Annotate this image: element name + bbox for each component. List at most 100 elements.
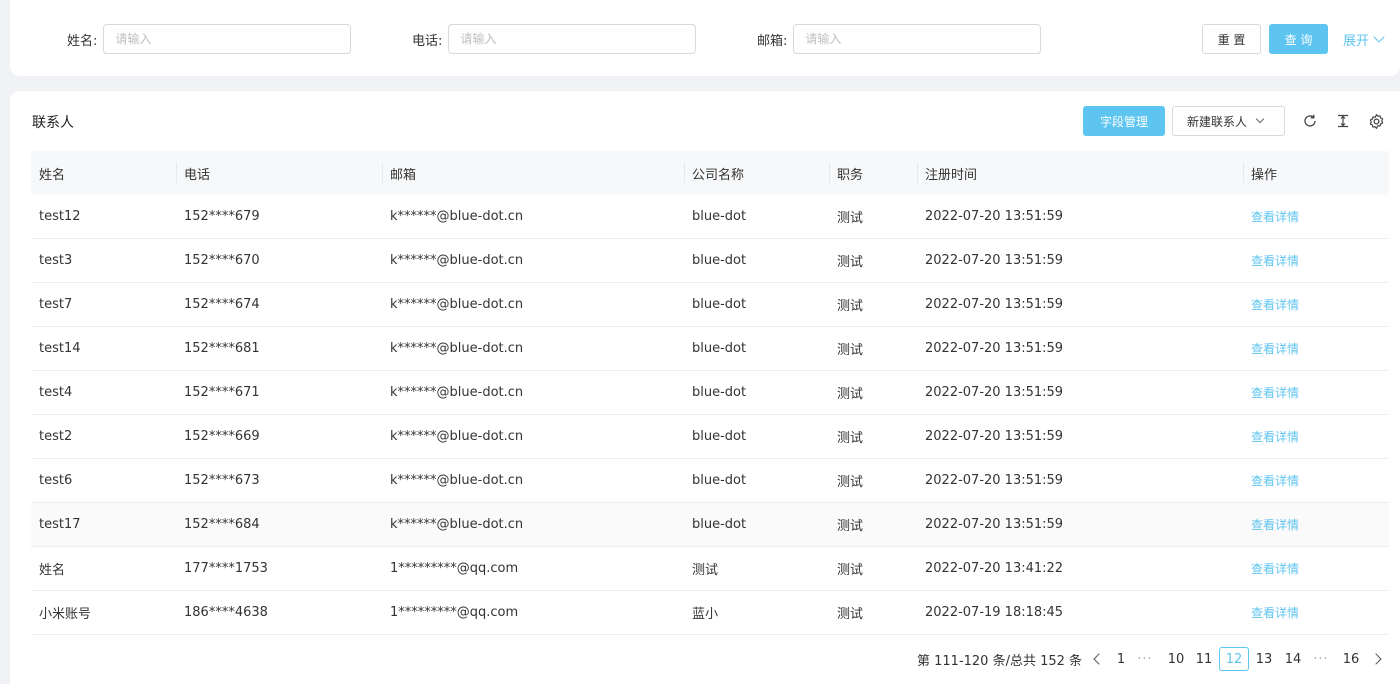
cell-name: test3 (31, 238, 176, 283)
table-row: test17 152****684 k******@blue-dot.cn blue-… (31, 502, 1389, 547)
cell-phone: 152****671 (176, 370, 382, 415)
cell-actions: 查看详情 (1243, 414, 1389, 459)
cell-actions: 查看详情 (1243, 458, 1389, 503)
table-row: test2 152****669 k******@blue-dot.cn blue-d… (31, 414, 1389, 459)
view-details-link[interactable]: 查看详情 (1251, 342, 1299, 356)
cell-email: k******@blue-dot.cn (382, 502, 684, 547)
expand-toggle[interactable]: 展开 (1343, 24, 1385, 54)
name-filter-label: 姓名: (67, 33, 98, 49)
table-row: test3 152****670 k******@blue-dot.cn blue-d… (31, 238, 1389, 283)
field-manage-button[interactable]: 字段管理 (1083, 106, 1165, 136)
phone-filter: 电话: (412, 24, 697, 54)
cell-name: test12 (31, 195, 176, 239)
column-header-actions[interactable]: 操作 (1243, 151, 1389, 195)
cell-name: test6 (31, 458, 176, 503)
view-details-link[interactable]: 查看详情 (1251, 210, 1299, 224)
cell-registered: 2022-07-20 13:51:59 (917, 195, 1243, 239)
email-input[interactable] (793, 24, 1042, 54)
next-page-button[interactable] (1369, 647, 1383, 671)
cell-registered: 2022-07-20 13:51:59 (917, 502, 1243, 547)
search-panel: 姓名: 电话: 邮箱: 重 置 查 询 展开 (10, 0, 1400, 76)
settings-icon[interactable] (1367, 112, 1385, 130)
page-1[interactable]: 1 (1113, 647, 1129, 671)
refresh-icon[interactable] (1301, 112, 1319, 130)
cell-company: blue-dot (684, 326, 829, 371)
prev-page-button[interactable] (1092, 647, 1106, 671)
page-12-current[interactable]: 12 (1219, 647, 1249, 671)
cell-email: k******@blue-dot.cn (382, 195, 684, 239)
chevron-left-icon (1093, 653, 1105, 665)
view-details-link[interactable]: 查看详情 (1251, 606, 1299, 620)
column-header-phone[interactable]: 电话 (176, 151, 382, 195)
ellipsis-prev[interactable]: ··· (1134, 647, 1156, 671)
contacts-card: 联系人 字段管理 新建联系人 姓名 电话 邮箱 公司名称 职务 注册时间 操作 … (10, 91, 1400, 684)
phone-filter-label: 电话: (412, 33, 443, 49)
cell-phone: 152****670 (176, 238, 382, 283)
column-header-company[interactable]: 公司名称 (684, 151, 829, 195)
cell-registered: 2022-07-20 13:41:22 (917, 546, 1243, 591)
name-filter: 姓名: (67, 24, 352, 54)
cell-email: k******@blue-dot.cn (382, 326, 684, 371)
cell-name: test14 (31, 326, 176, 371)
view-details-link[interactable]: 查看详情 (1251, 518, 1299, 532)
page-10[interactable]: 10 (1164, 647, 1188, 671)
column-header-title[interactable]: 职务 (829, 151, 917, 195)
cell-email: 1*********@qq.com (382, 546, 684, 591)
table-header-row: 姓名 电话 邮箱 公司名称 职务 注册时间 操作 (31, 151, 1389, 195)
cell-company: blue-dot (684, 502, 829, 547)
page-11[interactable]: 11 (1193, 647, 1215, 671)
page-title: 联系人 (32, 115, 74, 131)
view-details-link[interactable]: 查看详情 (1251, 562, 1299, 576)
column-header-name[interactable]: 姓名 (31, 151, 176, 195)
new-contact-label: 新建联系人 (1187, 114, 1248, 129)
pagination: 1 ··· 10 11 12 13 14 ··· 16 (10, 647, 1400, 671)
view-details-link[interactable]: 查看详情 (1251, 474, 1299, 488)
cell-title: 测试 (829, 370, 917, 415)
cell-name: test2 (31, 414, 176, 459)
cell-company: blue-dot (684, 414, 829, 459)
cell-registered: 2022-07-20 13:51:59 (917, 414, 1243, 459)
chevron-down-icon (1255, 114, 1265, 124)
cell-title: 测试 (829, 326, 917, 371)
column-header-registered[interactable]: 注册时间 (917, 151, 1243, 195)
table-row: 姓名 177****1753 1*********@qq.com 测试 测试 2022-0… (31, 546, 1389, 591)
ellipsis-next[interactable]: ··· (1310, 647, 1332, 671)
cell-actions: 查看详情 (1243, 502, 1389, 547)
view-details-link[interactable]: 查看详情 (1251, 298, 1299, 312)
view-details-link[interactable]: 查看详情 (1251, 254, 1299, 268)
cell-phone: 152****684 (176, 502, 382, 547)
cell-name: test17 (31, 502, 176, 547)
cell-actions: 查看详情 (1243, 282, 1389, 327)
table-row: test7 152****674 k******@blue-dot.cn blue-d… (31, 282, 1389, 327)
column-header-email[interactable]: 邮箱 (382, 151, 684, 195)
cell-title: 测试 (829, 282, 917, 327)
query-button[interactable]: 查 询 (1269, 24, 1328, 54)
cell-company: blue-dot (684, 238, 829, 283)
cell-phone: 152****674 (176, 282, 382, 327)
reset-button[interactable]: 重 置 (1202, 24, 1261, 54)
table-row: 小米账号 186****4638 1*********@qq.com 蓝小 测试 2022… (31, 590, 1389, 635)
cell-title: 测试 (829, 502, 917, 547)
cell-registered: 2022-07-20 13:51:59 (917, 282, 1243, 327)
view-details-link[interactable]: 查看详情 (1251, 430, 1299, 444)
cell-phone: 152****679 (176, 195, 382, 239)
cell-title: 测试 (829, 195, 917, 239)
cell-company: blue-dot (684, 282, 829, 327)
cell-name: 姓名 (31, 546, 176, 591)
cell-title: 测试 (829, 590, 917, 635)
page-13[interactable]: 13 (1253, 647, 1275, 671)
view-details-link[interactable]: 查看详情 (1251, 386, 1299, 400)
cell-actions: 查看详情 (1243, 546, 1389, 591)
expand-label: 展开 (1343, 33, 1370, 49)
column-height-icon[interactable] (1334, 112, 1352, 130)
phone-input[interactable] (448, 24, 697, 54)
cell-company: blue-dot (684, 195, 829, 239)
cell-phone: 177****1753 (176, 546, 382, 591)
cell-company: 测试 (684, 546, 829, 591)
cell-actions: 查看详情 (1243, 238, 1389, 283)
contacts-table: 姓名 电话 邮箱 公司名称 职务 注册时间 操作 test12 152****67… (31, 151, 1389, 635)
new-contact-dropdown[interactable]: 新建联系人 (1172, 106, 1285, 136)
page-16[interactable]: 16 (1339, 647, 1363, 671)
page-14[interactable]: 14 (1282, 647, 1304, 671)
name-input[interactable] (103, 24, 352, 54)
